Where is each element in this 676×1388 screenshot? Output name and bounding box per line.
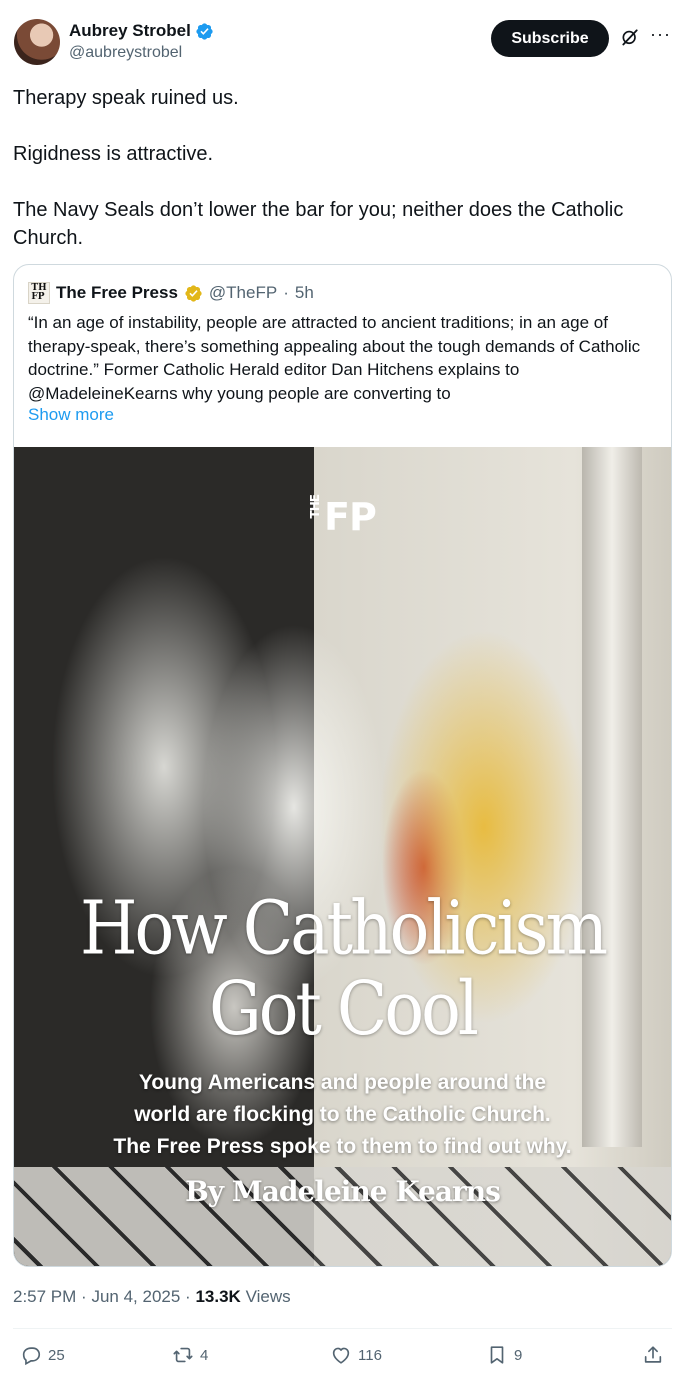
tweet-time[interactable]: 2:57 PM	[13, 1287, 76, 1306]
article-byline: By Madeleine Kearns	[185, 1175, 501, 1208]
action-bar: 25 4 116 9	[0, 1340, 676, 1372]
tweet-line: The Navy Seals don’t lower the bar for y…	[13, 199, 624, 249]
like-button[interactable]: 116	[330, 1344, 382, 1366]
quoted-author-name[interactable]: The Free Press	[56, 283, 178, 303]
views-count: 13.3K	[195, 1287, 241, 1306]
show-more-link[interactable]: Show more	[28, 405, 114, 425]
headline-line: How Catholicism	[79, 885, 608, 972]
bookmark-icon	[490, 1346, 504, 1364]
tweet-meta: 2:57 PM · Jun 4, 2025 · 13.3K Views	[13, 1287, 291, 1307]
bookmark-button[interactable]: 9	[486, 1344, 522, 1366]
subheadline-line: Young Americans and people around the	[138, 1071, 547, 1094]
quoted-tweet-header: TH FP The Free Press @TheFP · 5h	[28, 281, 314, 305]
author-name-row[interactable]: Aubrey Strobel	[69, 20, 214, 42]
reply-count: 25	[48, 1346, 65, 1364]
article-headline: How Catholicism Got Cool	[14, 888, 671, 1049]
tweet-date[interactable]: Jun 4, 2025	[91, 1287, 180, 1306]
author-handle[interactable]: @aubreystrobel	[69, 42, 214, 64]
subscribe-button[interactable]: Subscribe	[491, 20, 609, 57]
share-icon	[644, 1346, 662, 1363]
author-name[interactable]: Aubrey Strobel	[69, 20, 191, 42]
separator-dot: ·	[283, 283, 289, 302]
avatar[interactable]	[14, 19, 60, 65]
like-count: 116	[358, 1346, 382, 1364]
reply-button[interactable]: 25	[20, 1344, 65, 1366]
article-subheadline: Young Americans and people around the wo…	[14, 1067, 671, 1163]
quoted-time[interactable]: 5h	[295, 283, 314, 303]
tweet-text: Therapy speak ruined us. Rigidness is at…	[13, 84, 653, 252]
free-press-avatar[interactable]: TH FP	[28, 282, 50, 304]
separator-dot: ·	[185, 1287, 191, 1306]
quoted-author-handle[interactable]: @TheFP	[209, 283, 277, 303]
tweet-line: Therapy speak ruined us.	[13, 87, 239, 109]
more-icon[interactable]: ···	[650, 24, 670, 44]
tweet-header: Aubrey Strobel @aubreystrobel Subscribe …	[14, 18, 670, 68]
headline-line: Got Cool	[208, 965, 479, 1052]
quoted-media-image[interactable]: THEFP How Catholicism Got Cool Young Ame…	[14, 447, 671, 1266]
divider	[13, 1328, 672, 1329]
repost-button[interactable]: 4	[172, 1344, 208, 1366]
quoted-tweet[interactable]: TH FP The Free Press @TheFP · 5h “In an a…	[13, 264, 672, 1267]
separator-dot: ·	[81, 1287, 87, 1306]
author-block: Aubrey Strobel @aubreystrobel	[69, 20, 214, 64]
views-label: Views	[245, 1287, 291, 1306]
heart-icon	[332, 1347, 350, 1364]
share-button[interactable]	[642, 1344, 664, 1366]
subheadline-line: The Free Press spoke to them to find out…	[113, 1135, 572, 1158]
repost-icon	[173, 1347, 193, 1363]
bookmark-count: 9	[514, 1346, 523, 1364]
quoted-tweet-text: “In an age of instability, people are at…	[28, 313, 641, 403]
reply-icon	[22, 1347, 41, 1366]
repost-count: 4	[200, 1346, 209, 1364]
subheadline-line: world are flocking to the Catholic Churc…	[134, 1103, 551, 1126]
tweet-line: Rigidness is attractive.	[13, 143, 214, 165]
verified-gold-badge-icon	[185, 284, 202, 302]
grok-icon[interactable]	[620, 27, 640, 47]
verified-badge-icon	[196, 22, 213, 40]
the-fp-logo: THEFP	[308, 495, 377, 539]
